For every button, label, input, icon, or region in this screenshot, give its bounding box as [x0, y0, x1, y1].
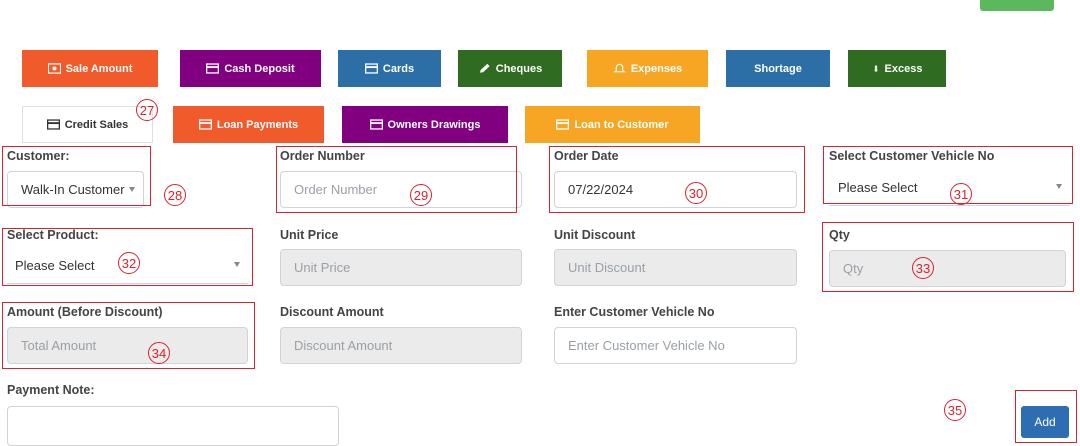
vehicle-input-label: Enter Customer Vehicle No	[554, 305, 715, 319]
tab-label: Owners Drawings	[387, 118, 481, 131]
tab-cash-deposit[interactable]: Cash Deposit	[180, 50, 321, 87]
tab-loan-to-customer[interactable]: Loan to Customer	[525, 106, 700, 143]
annotation-number: 32	[118, 252, 140, 274]
annotation-box-33	[822, 222, 1074, 292]
tab-label: Credit Sales	[64, 118, 129, 131]
vehicle-input[interactable]: Enter Customer Vehicle No	[554, 327, 797, 364]
pencil-icon	[479, 63, 490, 73]
annotation-number: 34	[148, 342, 170, 364]
money-icon	[47, 63, 61, 74]
unit-discount-input[interactable]: Unit Discount	[554, 249, 797, 286]
annotation-box-28	[2, 146, 151, 206]
tab-label: Loan to Customer	[574, 118, 669, 131]
unit-discount-label: Unit Discount	[554, 228, 636, 242]
tab-sale-amount[interactable]: Sale Amount	[22, 50, 158, 87]
card-icon	[46, 119, 60, 130]
tab-credit-sales[interactable]: Credit Sales	[22, 106, 153, 143]
discount-amount-input[interactable]: Discount Amount	[280, 327, 522, 364]
card-icon	[206, 63, 220, 74]
card-icon	[369, 119, 383, 130]
tab-loan-payments[interactable]: Loan Payments	[173, 106, 324, 143]
annotation-box-31	[823, 146, 1073, 204]
discount-amount-label: Discount Amount	[280, 305, 384, 319]
tab-label: Sale Amount	[65, 62, 133, 75]
tab-label: Excess	[884, 62, 923, 75]
annotation-number: 31	[950, 183, 972, 205]
annotation-number: 28	[164, 184, 186, 206]
annotation-number: 30	[685, 182, 707, 204]
unit-discount-placeholder: Unit Discount	[568, 260, 646, 275]
unit-price-input[interactable]: Unit Price	[280, 249, 522, 286]
thermometer-icon	[874, 65, 877, 72]
annotation-box-35	[1015, 390, 1077, 443]
tab-label: Cheques	[495, 62, 543, 75]
tab-cards[interactable]: Cards	[338, 50, 441, 87]
payment-note-textarea[interactable]	[7, 406, 339, 446]
tab-cheques[interactable]: Cheques	[458, 50, 562, 87]
tab-expenses[interactable]: Expenses	[587, 50, 708, 87]
annotation-number: 29	[410, 184, 432, 206]
vehicle-input-placeholder: Enter Customer Vehicle No	[568, 338, 725, 353]
unit-price-placeholder: Unit Price	[294, 260, 351, 275]
tab-shortage[interactable]: Shortage	[726, 50, 830, 87]
discount-amount-placeholder: Discount Amount	[294, 338, 393, 353]
card-icon	[198, 119, 212, 130]
tab-label: Cash Deposit	[224, 62, 295, 75]
tab-label: Expenses	[630, 62, 683, 75]
annotation-box-34	[2, 302, 255, 369]
tab-label: Loan Payments	[216, 118, 299, 131]
card-icon	[364, 63, 378, 74]
card-icon	[556, 119, 570, 130]
tab-excess[interactable]: Excess	[848, 50, 946, 87]
top-action-button[interactable]	[980, 0, 1054, 11]
annotation-number: 27	[136, 99, 158, 121]
annotation-box-29	[276, 146, 517, 213]
payment-note-label: Payment Note:	[7, 383, 95, 397]
bell-icon	[612, 63, 626, 73]
annotation-box-30	[549, 146, 805, 213]
unit-price-label: Unit Price	[280, 228, 339, 242]
annotation-number: 33	[912, 257, 934, 279]
tab-label: Shortage	[754, 62, 802, 75]
annotation-number: 35	[944, 399, 966, 421]
tab-owners-drawings[interactable]: Owners Drawings	[342, 106, 508, 143]
tab-label: Cards	[382, 62, 415, 75]
